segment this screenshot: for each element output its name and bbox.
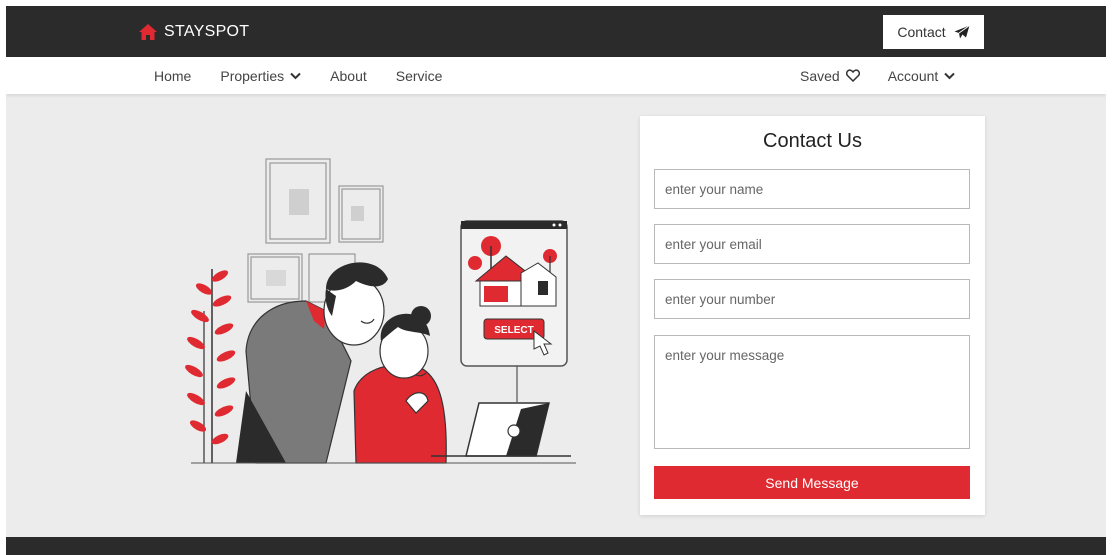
select-label: SELECT [494,325,533,336]
nav-item-account[interactable]: Account [888,68,956,84]
page-frame: STAYSPOT Contact Home Properties About S… [6,6,1106,555]
couple-house-selection-illustration: SELECT [185,158,576,464]
send-message-button[interactable]: Send Message [654,466,970,499]
name-input[interactable] [654,169,970,209]
footer [6,537,1106,555]
contact-button[interactable]: Contact [883,15,984,49]
nav-item-label: Account [887,67,939,84]
nav-right: Saved Account [800,57,956,94]
nav-item-label: Properties [220,67,285,84]
nav-item-label: About [330,67,367,84]
laptop [431,402,571,457]
brand-logo[interactable]: STAYSPOT [138,19,249,45]
top-bar: STAYSPOT Contact [6,6,1106,57]
plant [185,269,236,463]
chevron-down-icon [944,72,956,79]
contact-button-label: Contact [897,24,946,40]
heart-icon [845,69,860,82]
nav-left: Home Properties About Service [154,57,471,94]
nav-item-label: Home [154,67,192,84]
email-input[interactable] [654,224,970,264]
nav-item-properties[interactable]: Properties [220,68,301,84]
nav-item-label: Saved [800,67,840,84]
nav-item-label: Service [395,67,443,84]
nav-bar: Home Properties About Service Saved Acco… [6,57,1106,94]
nav-item-home[interactable]: Home [154,68,191,84]
number-input[interactable] [654,279,970,319]
nav-item-service[interactable]: Service [396,68,443,84]
property-tablet: SELECT [460,220,568,403]
nav-item-about[interactable]: About [330,68,367,84]
brand-name: STAYSPOT [164,23,250,40]
contact-form-card: Contact Us Send Message [640,116,985,515]
nav-item-saved[interactable]: Saved [800,68,860,84]
paper-plane-icon [954,25,970,39]
message-textarea[interactable] [654,335,970,449]
form-title: Contact Us [763,130,862,152]
chevron-down-icon [290,72,301,79]
house-icon [139,24,157,40]
